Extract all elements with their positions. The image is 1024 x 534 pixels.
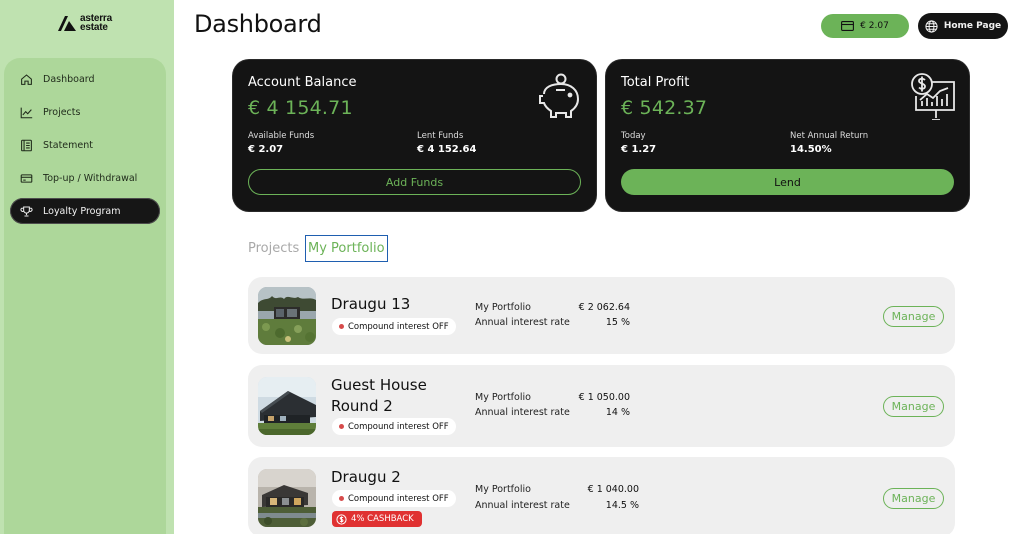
account-balance-amount: € 4 154.71 [248,97,353,119]
sidebar-item-label: Projects [43,106,81,118]
brand-line2: estate [80,22,108,33]
compound-interest-badge[interactable]: Compound interest OFF [332,418,456,435]
account-balance-card: Account Balance € 4 154.71 Available Fun… [233,60,596,211]
lent-funds-label: Lent Funds [417,131,464,141]
status-dot-icon [339,324,344,329]
compound-interest-badge[interactable]: Compound interest OFF [332,318,456,335]
brand-wordmark: asterra estate [80,14,112,33]
project-name[interactable]: Draugu 13 [331,294,410,315]
sidebar-item-topup-withdrawal[interactable]: Top-up / Withdrawal [10,165,160,191]
wallet-card-icon [841,21,855,31]
my-portfolio-label: My Portfolio [475,484,531,495]
page-title: Dashboard [194,10,322,38]
my-portfolio-label: My Portfolio [475,392,531,403]
lent-funds-value: € 4 152.64 [417,144,477,155]
annual-interest-value: 14 % [605,407,630,418]
portfolio-row-guest-house-round-2[interactable]: Guest House Round 2 Compound interest OF… [248,365,955,447]
compound-interest-badge[interactable]: Compound interest OFF [332,490,456,507]
annual-interest-label: Annual interest rate [475,317,570,328]
my-portfolio-label: My Portfolio [475,302,531,313]
brand-logo[interactable]: asterra estate [58,14,112,33]
cashback-badge: 4% CASHBACK [332,511,422,527]
project-name[interactable]: Draugu 2 [331,467,401,488]
status-dot-icon [339,496,344,501]
statement-icon [21,139,32,151]
my-portfolio-value: € 1 050.00 [578,392,630,403]
sidebar-item-projects[interactable]: Projects [10,99,160,125]
total-profit-amount: € 542.37 [621,97,708,119]
my-portfolio-value: € 1 040.00 [587,484,639,495]
sidebar-item-loyalty-program[interactable]: Loyalty Program [10,198,160,224]
tab-my-portfolio[interactable]: My Portfolio [305,235,388,262]
sidebar-nav: Dashboard Projects Statement Top-up / Wi… [4,58,166,534]
total-profit-card: Total Profit € 542.37 Today € 1.27 Net A… [606,60,969,211]
annual-interest-label: Annual interest rate [475,407,570,418]
tab-projects[interactable]: Projects [248,235,299,262]
available-funds-value: € 2.07 [248,144,284,155]
manage-button[interactable]: Manage [883,306,944,327]
sidebar: asterra estate Dashboard Projects Statem… [0,0,174,534]
cashback-coin-icon [336,513,347,525]
status-dot-icon [339,424,344,429]
available-funds-label: Available Funds [248,131,315,141]
annual-interest-value: 14.5 % [605,500,639,511]
sidebar-item-label: Top-up / Withdrawal [43,172,138,184]
balance-value: € 2.07 [860,21,889,31]
cashback-label: 4% CASHBACK [351,514,414,524]
app-root: asterra estate Dashboard Projects Statem… [0,0,1024,534]
profit-card-title: Total Profit [621,75,690,90]
sidebar-item-label: Statement [43,139,93,151]
manage-button[interactable]: Manage [883,396,944,417]
portfolio-row-draugu-13[interactable]: Draugu 13 Compound interest OFF My Portf… [248,277,955,354]
piggy-bank-icon [539,73,580,118]
manage-button[interactable]: Manage [883,488,944,509]
project-thumbnail [258,377,316,435]
sidebar-item-label: Loyalty Program [43,205,121,217]
trophy-icon [20,206,33,216]
compound-interest-label: Compound interest OFF [348,421,449,432]
globe-icon [925,19,938,33]
monitor-chart-icon [911,73,955,120]
account-card-title: Account Balance [248,75,357,90]
project-name-line1: Guest House [331,376,427,394]
chart-line-icon [20,107,33,118]
project-name-line2: Round 2 [331,397,393,415]
logo-icon [58,15,76,31]
net-annual-return-label: Net Annual Return [790,131,869,141]
project-thumbnail [258,287,316,345]
annual-interest-value: 15 % [605,317,630,328]
home-page-label: Home Page [943,21,1002,31]
compound-interest-label: Compound interest OFF [348,493,449,504]
portfolio-row-draugu-2[interactable]: Draugu 2 Compound interest OFF 4% CASHBA… [248,457,955,534]
today-profit-label: Today [621,131,646,141]
sidebar-item-statement[interactable]: Statement [10,132,160,158]
sidebar-item-label: Dashboard [43,73,95,85]
balance-button[interactable]: € 2.07 [821,14,909,38]
net-annual-return-value: 14.50% [790,144,832,155]
add-funds-button[interactable]: Add Funds [248,169,581,195]
wallet-icon [20,173,33,183]
home-icon [21,73,32,85]
sidebar-item-dashboard[interactable]: Dashboard [10,66,160,92]
my-portfolio-value: € 2 062.64 [578,302,630,313]
today-profit-value: € 1.27 [621,144,657,155]
lend-button[interactable]: Lend [621,169,954,195]
compound-interest-label: Compound interest OFF [348,321,449,332]
project-thumbnail [258,469,316,527]
home-page-button[interactable]: Home Page [918,13,1008,39]
annual-interest-label: Annual interest rate [475,500,570,511]
project-name[interactable]: Guest House Round 2 [331,375,427,417]
